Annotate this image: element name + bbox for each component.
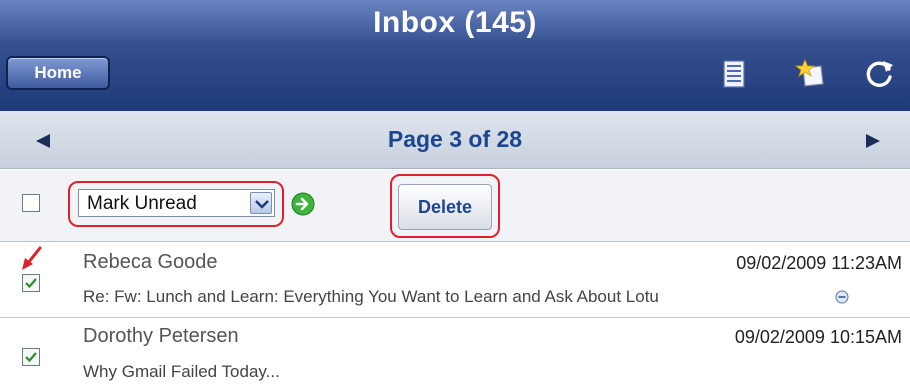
red-arrow-annotation-icon bbox=[22, 246, 42, 270]
header-bar: Inbox (145) Home bbox=[0, 0, 910, 111]
message-sender: Rebeca Goode bbox=[83, 251, 218, 273]
expand-icon[interactable] bbox=[835, 290, 849, 304]
select-all-checkbox[interactable] bbox=[22, 194, 40, 212]
action-select-value: Mark Unread bbox=[87, 193, 197, 214]
message-row[interactable]: Dorothy Petersen 09/02/2009 10:15AM Why … bbox=[0, 319, 910, 388]
home-button[interactable]: Home bbox=[6, 56, 110, 90]
new-message-icon[interactable] bbox=[795, 58, 827, 90]
message-checkbox[interactable] bbox=[22, 348, 40, 366]
message-checkbox[interactable] bbox=[22, 274, 40, 292]
chevron-down-icon[interactable] bbox=[250, 192, 272, 214]
next-page-arrow-icon[interactable] bbox=[864, 132, 882, 150]
message-date: 09/02/2009 11:23AM bbox=[736, 253, 902, 273]
message-sender: Dorothy Petersen bbox=[83, 325, 239, 347]
page-indicator: Page 3 of 28 bbox=[387, 126, 523, 152]
action-select[interactable]: Mark Unread bbox=[78, 189, 275, 217]
pagination-bar: Page 3 of 28 bbox=[0, 111, 910, 169]
message-row[interactable]: Rebeca Goode 09/02/2009 11:23AM Re: Fw: … bbox=[0, 243, 910, 318]
message-subject: Re: Fw: Lunch and Learn: Everything You … bbox=[83, 287, 659, 306]
go-arrow-icon[interactable] bbox=[291, 192, 315, 216]
delete-button[interactable]: Delete bbox=[398, 184, 492, 230]
message-subject: Why Gmail Failed Today... bbox=[83, 362, 280, 381]
refresh-icon[interactable] bbox=[864, 58, 896, 90]
checkmark-icon bbox=[25, 352, 37, 363]
message-date: 09/02/2009 10:15AM bbox=[734, 327, 902, 347]
inbox-title: Inbox (145) bbox=[373, 6, 537, 39]
list-icon[interactable] bbox=[718, 58, 750, 90]
checkmark-icon bbox=[25, 278, 37, 289]
